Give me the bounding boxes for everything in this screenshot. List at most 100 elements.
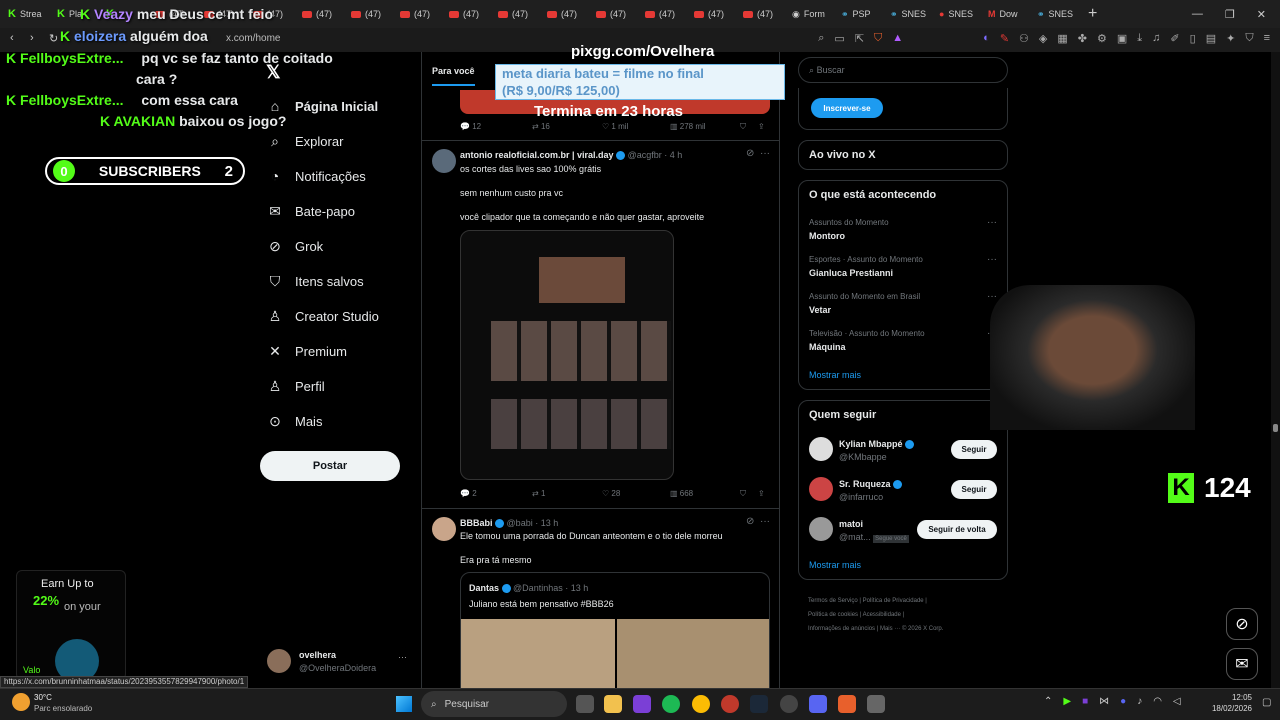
footer-link[interactable]: Acessibilidade — [863, 612, 901, 618]
trend-item[interactable]: Assunto do Momento em Brasil Vetar — [809, 292, 920, 315]
mic-icon[interactable]: ♪ — [1137, 696, 1142, 707]
post-button[interactable]: Postar — [260, 451, 400, 481]
footer-link[interactable]: Política de Privacidade — [863, 598, 924, 604]
sparkle-icon[interactable]: ✦ — [1226, 32, 1235, 45]
share-icon[interactable]: ⇪ — [758, 122, 765, 132]
browser-tab[interactable]: (47) — [343, 0, 392, 28]
browser-tab[interactable]: (47) — [392, 0, 441, 28]
nav-item-explore[interactable]: ⌕ Explorar — [268, 133, 343, 150]
share-icon[interactable]: ⇱ — [855, 32, 864, 45]
more-icon[interactable]: ··· — [760, 148, 770, 159]
share-icon[interactable]: ⇪ — [758, 489, 765, 499]
avatar[interactable] — [809, 437, 833, 461]
trend-item[interactable]: Assuntos do Momento Montoro — [809, 218, 889, 241]
app-icon[interactable] — [633, 695, 651, 713]
brave-icon[interactable] — [838, 695, 856, 713]
nav-item-profile[interactable]: ♙ Perfil — [268, 378, 325, 395]
browser-tab[interactable]: ● SNES — [931, 0, 980, 28]
avatar[interactable] — [432, 517, 456, 541]
edit-icon[interactable]: ✐ — [1170, 32, 1179, 45]
avatar[interactable] — [809, 477, 833, 501]
footer-link[interactable]: Política de cookies — [808, 612, 858, 618]
browser-tab[interactable]: ⚭ SNES — [882, 0, 931, 28]
tray-app-icon[interactable]: ■ — [1082, 696, 1088, 707]
reply-button[interactable]: 💬 2 — [460, 489, 532, 499]
maximize-icon[interactable]: ❐ — [1225, 8, 1235, 21]
nav-item-home[interactable]: ⌂ Página Inicial — [268, 98, 378, 114]
gear-icon[interactable]: ⚙ — [1097, 32, 1107, 45]
browser-tab[interactable]: ⚭ SNES — [1029, 0, 1078, 28]
browser-tab[interactable]: ◉ Form — [784, 0, 833, 28]
browser-tab[interactable]: (47) — [588, 0, 637, 28]
more-icon[interactable]: ··· — [987, 254, 997, 265]
close-icon[interactable]: ✕ — [1257, 8, 1266, 21]
screenshot-icon[interactable]: ▭ — [834, 32, 844, 45]
nav-item-grok[interactable]: ⊘ Grok — [268, 238, 323, 255]
avatar[interactable] — [432, 149, 456, 173]
zoom-icon[interactable]: ⌕ — [818, 32, 824, 45]
obs-icon[interactable] — [780, 695, 798, 713]
new-tab-button[interactable]: + — [1078, 5, 1107, 23]
tray-app-icon[interactable]: ⋈ — [1099, 696, 1109, 707]
quoted-tweet[interactable]: Dantas @Dantinhas · 13 h Juliano está be… — [460, 572, 770, 702]
volume-icon[interactable]: ◁ — [1173, 696, 1181, 707]
scrollbar[interactable] — [1271, 52, 1280, 688]
music-icon[interactable]: ♫ — [1152, 32, 1160, 45]
wifi-icon[interactable]: ◠ — [1153, 696, 1162, 707]
nav-item-chat[interactable]: ✉ Bate-papo — [268, 203, 355, 220]
like-button[interactable]: ♡ 28 — [602, 489, 670, 499]
nav-item-creator-studio[interactable]: ♙ Creator Studio — [268, 308, 379, 325]
x-logo-icon[interactable]: 𝕏 — [266, 62, 281, 83]
show-more-link[interactable]: Mostrar mais — [809, 370, 861, 380]
views-button[interactable]: ▥ 668 — [670, 489, 740, 499]
follow-back-button[interactable]: Seguir de volta — [917, 520, 997, 539]
views-button[interactable]: ▥ 278 mil — [670, 122, 740, 132]
browser-tab[interactable]: (47) — [539, 0, 588, 28]
browser-tab[interactable]: (47) — [637, 0, 686, 28]
minimize-icon[interactable]: — — [1192, 8, 1203, 21]
scrollbar-thumb[interactable] — [1273, 424, 1278, 432]
window-icon[interactable]: ▣ — [1117, 32, 1127, 45]
trend-item[interactable]: Televisão · Assunto do Momento Máquina — [809, 329, 925, 352]
qr-icon[interactable]: ▦ — [1057, 32, 1067, 45]
grok-icon[interactable]: ⊘ — [746, 516, 754, 527]
steam-icon[interactable] — [750, 695, 768, 713]
browser-tab[interactable]: (47) — [490, 0, 539, 28]
bookmark-icon[interactable]: ⛉ — [740, 122, 746, 132]
browser-tab[interactable]: ⚭ PSP — [833, 0, 882, 28]
trend-item[interactable]: Esportes · Assunto do Momento Gianluca Pr… — [809, 255, 923, 278]
avatar[interactable] — [809, 517, 833, 541]
footer-link[interactable]: Termos de Serviço — [808, 598, 858, 604]
repost-button[interactable]: ⇄ 16 — [532, 122, 602, 132]
nav-item-more[interactable]: ⊙ Mais — [268, 413, 322, 430]
gamepad-icon[interactable]: ⚇ — [1019, 32, 1029, 45]
footer-link[interactable]: Mais ··· — [880, 626, 900, 632]
weather-icon[interactable] — [12, 693, 30, 711]
discord-icon[interactable] — [809, 695, 827, 713]
account-switcher[interactable]: ovelhera @OvelheraDoidera ··· — [267, 648, 412, 676]
browser-tab[interactable]: (47) — [686, 0, 735, 28]
folder-icon[interactable] — [604, 695, 622, 713]
sidebar-icon[interactable]: ▯ — [1190, 32, 1196, 45]
grok-float-icon[interactable]: ⊘ — [1226, 608, 1258, 640]
subscribe-button[interactable]: Inscrever-se — [811, 98, 883, 118]
taskview-icon[interactable] — [576, 695, 594, 713]
more-icon[interactable]: ··· — [987, 217, 997, 228]
play-icon[interactable]: ▶ — [1063, 696, 1071, 707]
discord-tray-icon[interactable]: ● — [1120, 696, 1126, 707]
like-button[interactable]: ♡ 1 mil — [602, 122, 670, 132]
messages-float-icon[interactable]: ✉ — [1226, 648, 1258, 680]
tab-for-you[interactable]: Para você — [432, 66, 475, 86]
more-icon[interactable]: ··· — [760, 516, 770, 527]
menu-icon[interactable]: ≡ — [1264, 32, 1270, 45]
opera-icon[interactable] — [721, 695, 739, 713]
follow-button[interactable]: Seguir — [951, 480, 997, 499]
chrome-icon[interactable] — [692, 695, 710, 713]
more-icon[interactable]: ··· — [987, 291, 997, 302]
spotify-icon[interactable] — [662, 695, 680, 713]
show-more-link[interactable]: Mostrar mais — [809, 560, 861, 570]
taskbar-search[interactable]: ⌕ Pesquisar — [421, 691, 567, 717]
browser-tab[interactable]: (47) — [735, 0, 784, 28]
nav-item-bookmarks[interactable]: ⛉ Itens salvos — [268, 273, 364, 290]
repost-button[interactable]: ⇄ 1 — [532, 489, 602, 499]
